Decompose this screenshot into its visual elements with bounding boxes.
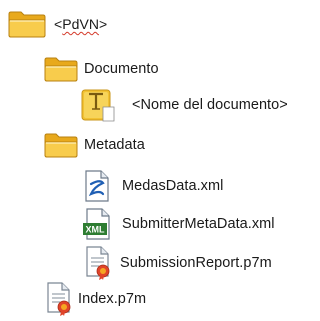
xml-schema-file-icon [82, 170, 112, 202]
signed-document-icon [44, 282, 76, 316]
file-label: SubmitterMetaData.xml [122, 216, 275, 232]
tree-node-file-submittermetadata[interactable]: XML SubmitterMetaData.xml [82, 208, 275, 240]
tree-node-documento[interactable]: Documento [44, 56, 159, 82]
index-label: Index.p7m [78, 291, 147, 307]
document-placeholder-icon [80, 87, 118, 123]
tree-node-file-medasdata[interactable]: MedasData.xml [82, 170, 223, 202]
tree-node-metadata[interactable]: Metadata [44, 132, 145, 158]
tree-node-nome-documento[interactable]: <Nome del documento> [80, 87, 288, 123]
folder-icon [44, 56, 78, 82]
file-label: MedasData.xml [122, 178, 224, 194]
file-tree: <PdVN> Documento <Nome del documento> Me… [0, 0, 318, 316]
tree-node-root[interactable]: <PdVN> [8, 10, 107, 38]
metadata-label: Metadata [84, 137, 145, 153]
folder-icon [8, 10, 46, 38]
documento-label: Documento [84, 61, 159, 77]
svg-text:XML: XML [86, 225, 106, 235]
folder-icon [44, 132, 78, 158]
tree-node-file-submissionreport[interactable]: SubmissionReport.p7m [82, 246, 272, 280]
tree-node-index[interactable]: Index.p7m [44, 282, 146, 316]
xml-file-icon: XML [82, 208, 112, 240]
file-label: SubmissionReport.p7m [120, 255, 272, 271]
signed-document-icon [82, 246, 114, 280]
nome-documento-label: <Nome del documento> [132, 97, 288, 113]
root-folder-label: <PdVN> [54, 16, 108, 32]
